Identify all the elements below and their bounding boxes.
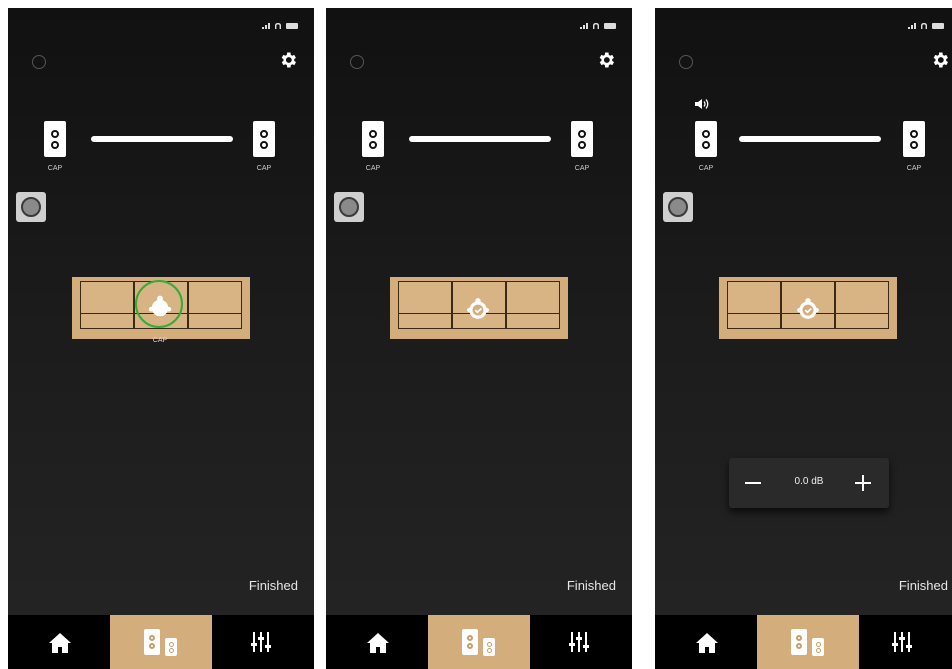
gear-icon[interactable] [930,50,950,70]
equalizer-icon[interactable] [889,629,915,655]
decrease-level-button[interactable] [745,482,761,484]
level-adjust-panel: 0.0 dB [729,458,889,508]
battery-icon [932,23,944,29]
app-screen-1: CAP CAP CAP Finished [8,8,314,669]
wifi-icon [592,22,600,30]
left-speaker-icon[interactable] [44,121,66,157]
left-speaker-icon[interactable] [362,121,384,157]
speaker-setup-tab[interactable] [428,615,530,669]
right-speaker-label: CAP [574,165,590,172]
level-value: 0.0 dB [794,476,824,487]
speaker-distance-line [409,136,551,142]
right-speaker-label: CAP [906,165,922,172]
right-speaker-icon[interactable] [253,121,275,157]
speaker-setup-icon [791,629,807,655]
tab-bar [8,615,314,669]
gear-icon[interactable] [596,50,616,70]
status-bar [908,22,944,30]
wifi-icon [920,22,928,30]
signal-icon [262,23,270,29]
app-screen-2: CAP CAP Finished [326,8,632,669]
microphone-button[interactable] [334,192,364,222]
brand-logo [32,55,46,69]
speaker-setup-icon [144,629,160,655]
finished-button[interactable]: Finished [567,578,616,593]
battery-icon [286,23,298,29]
speaker-setup-icon [462,629,478,655]
app-screen-3: CAP CAP 0.0 dB Finished [655,8,952,669]
increase-level-button-vertical[interactable] [862,475,864,491]
left-speaker-label: CAP [47,165,63,172]
listener-icon[interactable] [147,295,173,321]
right-speaker-label: CAP [256,165,272,172]
finished-button[interactable]: Finished [249,578,298,593]
wifi-icon [274,22,282,30]
home-icon[interactable] [695,631,719,655]
brand-logo [679,55,693,69]
speaker-setup-tab[interactable] [110,615,212,669]
home-icon[interactable] [48,631,72,655]
tab-bar [655,615,952,669]
left-speaker-label: CAP [698,165,714,172]
left-speaker-icon[interactable] [695,121,717,157]
volume-icon [695,99,709,109]
microphone-button[interactable] [16,192,46,222]
microphone-button[interactable] [663,192,693,222]
finished-button[interactable]: Finished [899,578,948,593]
signal-icon [908,23,916,29]
status-bar [262,22,298,30]
status-bar [580,22,616,30]
right-speaker-icon[interactable] [903,121,925,157]
battery-icon [604,23,616,29]
equalizer-icon[interactable] [248,629,274,655]
speaker-distance-line [91,136,233,142]
speaker-setup-tab[interactable] [757,615,859,669]
left-speaker-label: CAP [365,165,381,172]
equalizer-icon[interactable] [566,629,592,655]
listener-check-icon[interactable] [796,297,820,321]
speaker-distance-line [739,136,881,142]
right-speaker-icon[interactable] [571,121,593,157]
home-icon[interactable] [366,631,390,655]
brand-logo [350,55,364,69]
listener-check-icon[interactable] [466,297,490,321]
listener-label: CAP [152,337,168,344]
gear-icon[interactable] [278,50,298,70]
tab-bar [326,615,632,669]
signal-icon [580,23,588,29]
